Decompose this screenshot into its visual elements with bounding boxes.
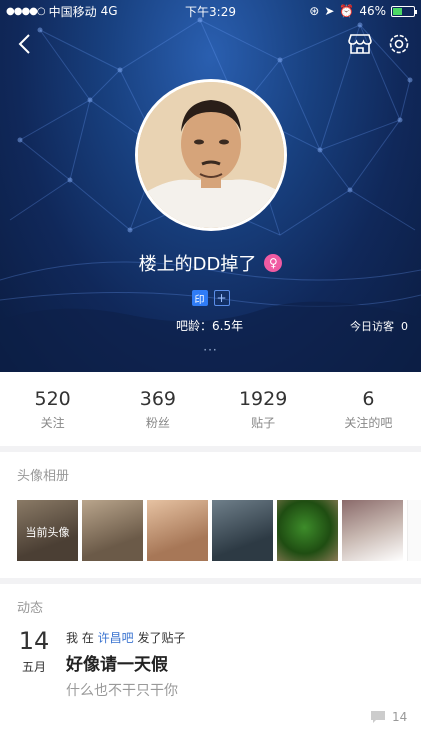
lock-rotation-icon: ⊛	[309, 4, 320, 18]
stat-label: 贴子	[251, 415, 276, 430]
album-photo[interactable]	[147, 500, 208, 561]
settings-button[interactable]	[385, 30, 413, 58]
album-photo[interactable]	[342, 500, 403, 561]
stat-num: 1929	[238, 387, 288, 410]
today-visitors[interactable]: 今日访客 0	[350, 318, 408, 334]
stats-bar: 520 关注 369 粉丝 1929 贴子 6 关注的吧	[0, 372, 421, 446]
post-meta-suffix: 发了贴子	[137, 631, 186, 645]
stat-posts[interactable]: 1929 贴子	[211, 372, 316, 446]
forum-age: 吧龄：6.5年	[176, 319, 244, 333]
album-photo[interactable]: 当前头像	[17, 500, 78, 561]
album-title: 头像相册	[17, 469, 70, 484]
post-meta: 我 在 许昌吧 发了贴子	[66, 629, 186, 646]
visitors-count: 0	[401, 320, 408, 333]
username-row: 楼上的DD掉了 ♀	[0, 250, 421, 276]
post-month: 五月	[21, 660, 46, 674]
battery-icon	[391, 5, 417, 17]
location-icon: ➤	[324, 4, 335, 18]
carrier-name: 中国移动	[48, 4, 97, 19]
back-button[interactable]	[10, 30, 38, 58]
store-button[interactable]	[346, 30, 374, 58]
current-avatar-caption: 当前头像	[25, 526, 70, 539]
network-type: 4G	[100, 4, 118, 18]
post-meta-prefix: 我 在	[66, 631, 94, 645]
post-title[interactable]: 好像请一天假	[66, 650, 168, 675]
stat-label: 关注	[40, 415, 65, 430]
visitors-label: 今日访客	[350, 320, 394, 333]
album-photo[interactable]	[82, 500, 143, 561]
profile-header: ●●●●○ 中国移动 4G 下午3:29 ⊛ ➤ ⏰ 46% 楼上的DD掉了 ♀…	[0, 0, 421, 372]
battery-percent: 46%	[359, 4, 386, 18]
female-gender-icon: ♀	[264, 254, 283, 272]
stat-num: 520	[34, 387, 71, 410]
forum-link[interactable]: 许昌吧	[98, 631, 134, 645]
chevron-left-icon	[18, 34, 30, 54]
store-icon	[348, 34, 372, 54]
gear-icon	[389, 34, 409, 54]
avatar-album: 头像相册 当前头像	[0, 452, 421, 578]
feed-title: 动态	[17, 601, 44, 616]
badge-row: 印 +	[0, 290, 421, 306]
post-body[interactable]: 什么也不干只干你	[66, 680, 178, 700]
more-icon[interactable]: ···	[0, 343, 421, 357]
activity-feed: 动态 14 五月 我 在 许昌吧 发了贴子 好像请一天假 什么也不干只干你 14	[0, 584, 421, 750]
add-badge-button[interactable]: +	[213, 290, 230, 306]
comment-button[interactable]: 14	[370, 710, 407, 724]
signal-icon: ●●●●○	[6, 5, 46, 17]
album-photo[interactable]	[277, 500, 338, 561]
post-day: 14	[18, 627, 50, 655]
album-photo[interactable]	[212, 500, 273, 561]
stat-num: 6	[362, 387, 375, 410]
stat-fans[interactable]: 369 粉丝	[105, 372, 210, 446]
stat-num: 369	[139, 387, 176, 410]
stat-label: 关注的吧	[344, 415, 393, 430]
avatar[interactable]	[135, 79, 287, 231]
stat-followed-forums[interactable]: 6 关注的吧	[316, 372, 421, 446]
comment-count-value: 14	[392, 710, 408, 724]
album-photo[interactable]	[407, 500, 421, 561]
seal-badge[interactable]: 印	[191, 290, 208, 306]
post-date: 14 五月	[17, 626, 51, 675]
album-strip[interactable]: 当前头像	[17, 500, 421, 561]
status-bar: ●●●●○ 中国移动 4G 下午3:29 ⊛ ➤ ⏰ 46%	[0, 0, 421, 22]
stat-following[interactable]: 520 关注	[0, 372, 105, 446]
comment-icon	[371, 711, 385, 723]
stat-label: 粉丝	[145, 415, 170, 430]
alarm-icon: ⏰	[339, 4, 355, 18]
username: 楼上的DD掉了	[138, 254, 257, 275]
avatar-portrait	[138, 82, 284, 228]
